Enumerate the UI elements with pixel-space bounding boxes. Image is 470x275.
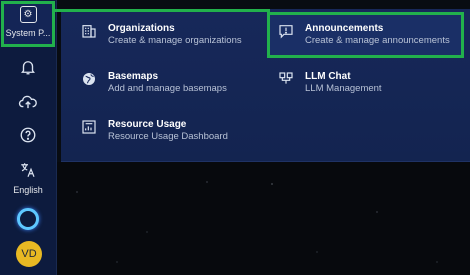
dashboard-icon [80, 118, 98, 136]
help-button[interactable] [0, 126, 56, 144]
menu-item-desc: Add and manage basemaps [108, 83, 227, 94]
language-button[interactable] [0, 161, 56, 179]
menu-item-title: LLM Chat [305, 71, 351, 82]
status-ring-icon[interactable] [17, 208, 39, 230]
sidebar: ⚙ System P... English VD [0, 0, 57, 275]
menu-item-basemaps[interactable]: Basemaps Add and manage basemaps [80, 70, 227, 95]
menu-item-resource-usage[interactable]: Resource Usage Resource Usage Dashboard [80, 118, 228, 143]
system-label: System P... [5, 28, 51, 38]
menu-item-desc: Create & manage announcements [305, 35, 450, 46]
translate-icon [21, 163, 35, 177]
bell-icon [21, 61, 35, 75]
menu-item-announcements[interactable]: Announcements Create & manage announceme… [277, 22, 450, 47]
cloud-upload-icon [18, 95, 37, 109]
language-label: English [13, 185, 43, 195]
menu-item-title: Basemaps [108, 71, 159, 82]
menu-item-desc: Resource Usage Dashboard [108, 131, 228, 142]
avatar[interactable]: VD [16, 241, 42, 267]
globe-icon [80, 70, 98, 88]
menu-item-organizations[interactable]: Organizations Create & manage organizati… [80, 22, 242, 47]
menu-item-title: Announcements [305, 23, 384, 34]
menu-item-desc: Create & manage organizations [108, 35, 242, 46]
menu-item-llm-chat[interactable]: LLM Chat LLM Management [277, 70, 382, 95]
menu-item-title: Resource Usage [108, 119, 187, 130]
building-icon [80, 22, 98, 40]
chat-icon [277, 70, 295, 88]
system-icon: ⚙ [19, 6, 37, 23]
menu-item-desc: LLM Management [305, 83, 382, 94]
announcement-icon [277, 22, 295, 40]
notifications-button[interactable] [0, 58, 56, 76]
upload-button[interactable] [0, 93, 56, 111]
menu-item-title: Organizations [108, 23, 175, 34]
system-platform-button[interactable]: ⚙ System P... [1, 1, 55, 47]
highlight-outline-top [55, 9, 270, 12]
help-icon [20, 127, 36, 143]
map-background [57, 162, 470, 275]
